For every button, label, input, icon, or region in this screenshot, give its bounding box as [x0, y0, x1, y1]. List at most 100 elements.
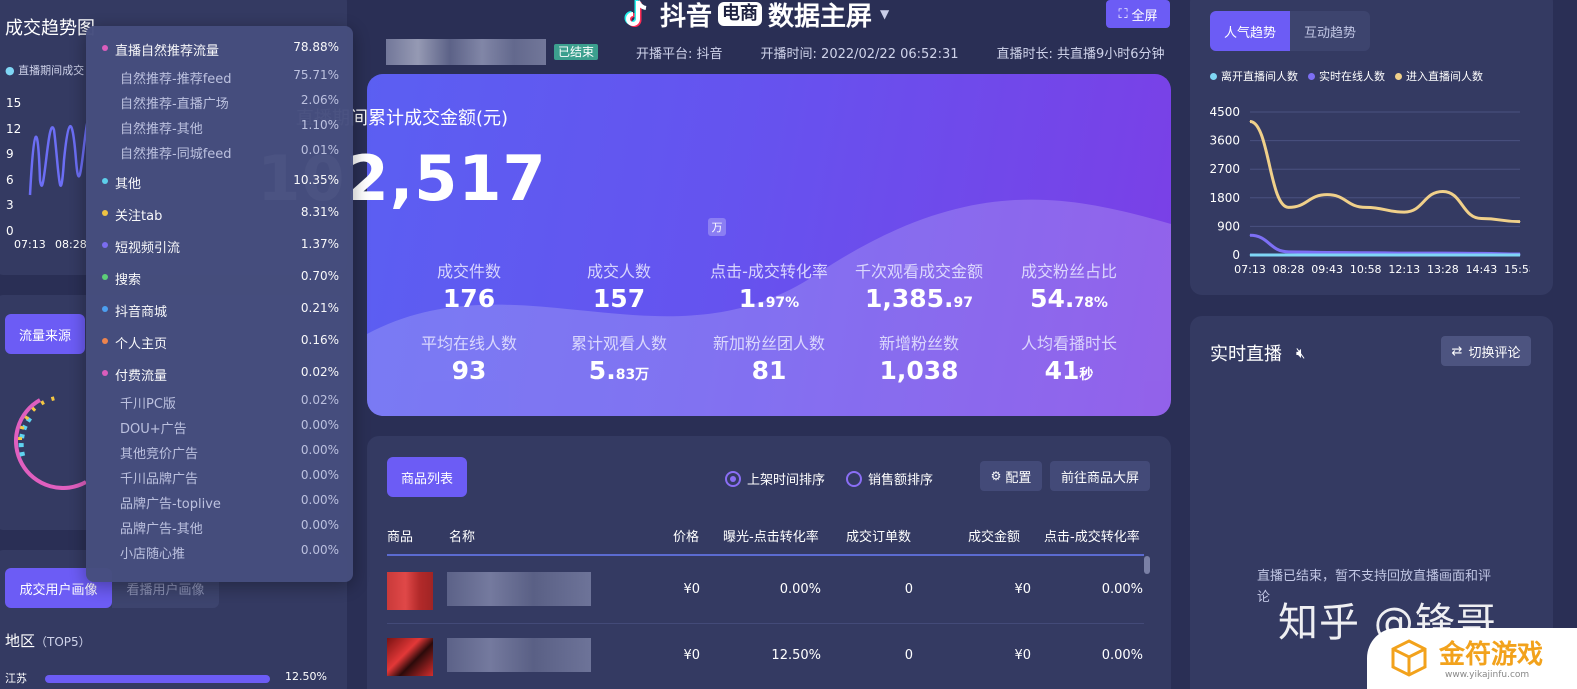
- traffic-source-pct: 0.70%: [300, 269, 339, 283]
- traffic-subsource-pct: 0.00%: [300, 543, 339, 557]
- trend-y-tick: 9: [6, 147, 14, 161]
- goto-goods-screen-button[interactable]: 前往商品大屏: [1050, 461, 1150, 491]
- region-title-label: 地区: [5, 632, 36, 650]
- traffic-subsource-pct: 0.01%: [300, 143, 339, 157]
- traffic-source-row: 搜索 0.70%: [86, 267, 353, 289]
- legend-dot-icon: [1395, 72, 1402, 80]
- region-name: 江苏: [5, 672, 27, 685]
- legend-dot-icon: [102, 210, 108, 216]
- x-tick-label: 13:28: [1427, 263, 1459, 276]
- metric-value-main: 1,385.: [864, 284, 954, 313]
- live-title-label: 实时直播: [1210, 344, 1282, 365]
- gmv-unit: 万: [708, 218, 726, 236]
- mute-icon[interactable]: 🔇︎: [1296, 344, 1305, 362]
- tab-popularity-trend[interactable]: 人气趋势: [1210, 11, 1290, 51]
- x-tick-label: 10:58: [1350, 263, 1382, 276]
- series-line: [1249, 233, 1521, 256]
- traffic-source-label: 个人主页: [115, 337, 168, 352]
- series-point: [1442, 254, 1444, 256]
- metric-value-main: 1.: [738, 284, 766, 313]
- legend-dot-icon: [102, 45, 108, 51]
- tiktok-logo-icon: [624, 0, 647, 27]
- traffic-subsource-pct: 0.00%: [300, 518, 339, 532]
- gear-icon: ⚙: [990, 469, 1002, 483]
- duration-info: 直播时长: 共直播9小时6分钟: [996, 46, 1165, 62]
- series-point: [1442, 190, 1444, 192]
- region-row: 江苏 12.50%: [5, 670, 335, 688]
- switch-comments-button[interactable]: ⇄ 切换评论: [1441, 336, 1531, 366]
- metric-value-suffix: 78%: [1074, 295, 1108, 311]
- metric-value: 1.97%: [694, 284, 844, 313]
- series-point: [1249, 254, 1251, 256]
- metric-card: 千次观看成交金额 1,385.97: [844, 258, 994, 313]
- series-point: [1519, 221, 1521, 223]
- trend-x-tick: 07:13: [14, 238, 46, 251]
- traffic-source-tooltip: 直播自然推荐流量 78.88% 自然推荐-推荐feed 75.71% 自然推荐-直播广场…: [86, 26, 353, 582]
- goods-list-button[interactable]: 商品列表: [387, 457, 467, 497]
- traffic-subsource-label: 小店随心推: [120, 547, 186, 562]
- ecommerce-badge: 电商: [718, 2, 763, 26]
- traffic-source-row: 关注tab 8.31%: [86, 203, 353, 225]
- traffic-subsource-pct: 0.00%: [300, 418, 339, 432]
- trend-y-tick: 12: [6, 121, 22, 136]
- site-name: 金符游戏: [1439, 640, 1544, 670]
- metric-value: 1,038: [844, 356, 994, 385]
- metric-value-main: 176: [442, 284, 496, 313]
- traffic-subsource-row: 小店随心推 0.00%: [120, 541, 339, 563]
- legend-label: 实时在线人数: [1319, 70, 1385, 83]
- live-info-bar: 已结束 开播平台: 抖音 开播时间: 2022/02/22 06:52:31 直…: [386, 39, 1165, 65]
- chevron-down-icon[interactable]: ▼: [880, 7, 889, 21]
- goods-table-row[interactable]: ¥0 12.50% 0 ¥0 0.00%: [387, 624, 1144, 689]
- traffic-source-pct: 0.02%: [300, 365, 339, 379]
- series-point: [1249, 234, 1251, 236]
- x-tick-label: 09:43: [1311, 263, 1343, 276]
- product-thumbnail: [387, 572, 433, 610]
- popularity-chart: 4500 3600 2700 1800 900 007:13 08:28 09:43 10:58…: [1210, 105, 1530, 276]
- metric-value-main: 41: [1044, 356, 1080, 385]
- goods-cell-orders: 0: [904, 582, 913, 597]
- goods-table-header: 商品 名称 价格 曝光-点击转化率 成交订单数 成交金额 点击-成交转化率: [387, 524, 1144, 556]
- series-point: [1365, 206, 1367, 208]
- metric-label: 新加粉丝团人数: [712, 334, 825, 353]
- metric-value-main: 5.: [588, 356, 616, 385]
- legend-dot-icon: [1308, 72, 1315, 80]
- goods-cell-ctr: 12.50%: [771, 648, 821, 663]
- traffic-source-pct: 8.31%: [300, 205, 339, 219]
- fullscreen-button[interactable]: ⛶ 全屏: [1106, 0, 1170, 28]
- config-button[interactable]: ⚙ 配置: [980, 461, 1042, 491]
- y-tick-label: 0: [1232, 248, 1240, 262]
- trend-y-tick: 0: [6, 223, 14, 238]
- goods-table-row[interactable]: ¥0 0.00% 0 ¥0 0.00%: [387, 558, 1144, 624]
- product-thumbnail: [387, 638, 433, 676]
- metric-value-suffix: 秒: [1079, 367, 1094, 383]
- metric-value: 41秒: [994, 356, 1144, 385]
- traffic-subsource-label: 自然推荐-推荐feed: [120, 72, 232, 87]
- tab-interaction-trend[interactable]: 互动趋势: [1290, 11, 1370, 51]
- trend-y-tick: 6: [6, 172, 14, 187]
- traffic-subsource-pct: 0.00%: [300, 468, 339, 482]
- legend-dot-icon: [1210, 72, 1217, 80]
- goods-scrollbar[interactable]: [1144, 556, 1150, 574]
- legend-item: 实时在线人数: [1308, 68, 1385, 84]
- series-point: [1519, 254, 1521, 256]
- traffic-source-row: 个人主页 0.16%: [86, 331, 353, 353]
- legend-dot-icon: [102, 274, 108, 280]
- site-logo[interactable]: 金符游戏 www.yikajinfu.com: [1367, 628, 1577, 689]
- goods-column-header: 成交订单数: [846, 530, 912, 545]
- site-url: www.yikajinfu.com: [1445, 670, 1530, 680]
- traffic-source-pct: 78.88%: [293, 40, 339, 54]
- goods-cell-orders: 0: [904, 648, 913, 663]
- radio-checked-icon: [725, 470, 741, 487]
- metric-value-suffix: 83万: [615, 367, 650, 383]
- popularity-legend: 离开直播间人数 实时在线人数 进入直播间人数: [1210, 68, 1483, 84]
- series-point: [1326, 251, 1328, 253]
- traffic-subsource-pct: 0.00%: [300, 493, 339, 507]
- goods-cell-price: ¥0: [683, 582, 700, 597]
- y-tick-label: 4500: [1210, 105, 1240, 119]
- sort-by-time-radio[interactable]: 上架时间排序: [725, 469, 825, 488]
- sort-by-sales-radio[interactable]: 销售额排序: [846, 469, 933, 488]
- blurred-product-name: [447, 572, 591, 606]
- traffic-source-button[interactable]: 流量来源: [5, 314, 85, 354]
- screen-title[interactable]: 抖音 电商 数据主屏 ▼: [620, 0, 889, 34]
- traffic-donut-chart: [14, 396, 87, 490]
